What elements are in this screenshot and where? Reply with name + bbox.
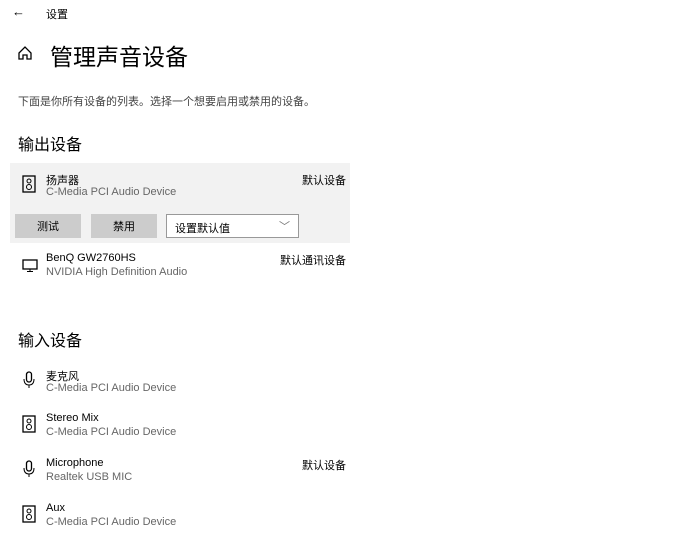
home-icon[interactable]: [16, 44, 34, 62]
disable-button[interactable]: 禁用: [91, 214, 157, 238]
page-title: 管理声音设备: [50, 44, 188, 70]
device-driver: C-Media PCI Audio Device: [46, 186, 177, 198]
page-description: 下面是你所有设备的列表。选择一个想要启用或禁用的设备。: [18, 96, 315, 108]
microphone-icon: [23, 371, 35, 388]
chevron-down-icon: ﹀: [279, 221, 290, 233]
device-row-speaker[interactable]: 扬声器 C-Media PCI Audio Device 默认设备 测试 禁用 …: [10, 163, 350, 243]
device-row-mic-cmedia[interactable]: 麦克风 C-Media PCI Audio Device: [10, 359, 350, 403]
device-row-stereo-mix[interactable]: Stereo Mix C-Media PCI Audio Device: [10, 403, 350, 447]
device-driver: C-Media PCI Audio Device: [46, 516, 177, 528]
device-row-aux[interactable]: Aux C-Media PCI Audio Device: [10, 493, 350, 537]
device-name: Stereo Mix: [46, 412, 99, 424]
test-button[interactable]: 测试: [15, 214, 81, 238]
device-status: 默认设备: [302, 175, 346, 187]
input-devices-heading: 输入设备: [18, 333, 83, 350]
device-driver: Realtek USB MIC: [46, 471, 133, 483]
set-default-dropdown[interactable]: 设置默认值 ﹀: [166, 214, 299, 238]
device-row-benq[interactable]: BenQ GW2760HS NVIDIA High Definition Aud…: [10, 243, 350, 287]
device-name: Aux: [46, 502, 65, 514]
speaker-icon: [22, 415, 36, 433]
device-driver: NVIDIA High Definition Audio: [46, 266, 188, 278]
back-button[interactable]: ←: [12, 4, 25, 19]
speaker-icon: [22, 175, 36, 193]
device-driver: C-Media PCI Audio Device: [46, 426, 177, 438]
device-status: 默认通讯设备: [280, 255, 346, 267]
monitor-icon: [22, 259, 38, 272]
device-row-microphone-realtek[interactable]: Microphone Realtek USB MIC 默认设备: [10, 448, 350, 492]
device-name: Microphone: [46, 457, 104, 469]
set-default-label: 设置默认值: [175, 223, 230, 235]
output-devices-heading: 输出设备: [18, 137, 83, 154]
app-title: 设置: [46, 9, 68, 21]
device-name: BenQ GW2760HS: [46, 252, 136, 264]
speaker-icon: [22, 505, 36, 523]
device-driver: C-Media PCI Audio Device: [46, 382, 177, 394]
microphone-icon: [23, 460, 35, 477]
device-status: 默认设备: [302, 460, 346, 472]
